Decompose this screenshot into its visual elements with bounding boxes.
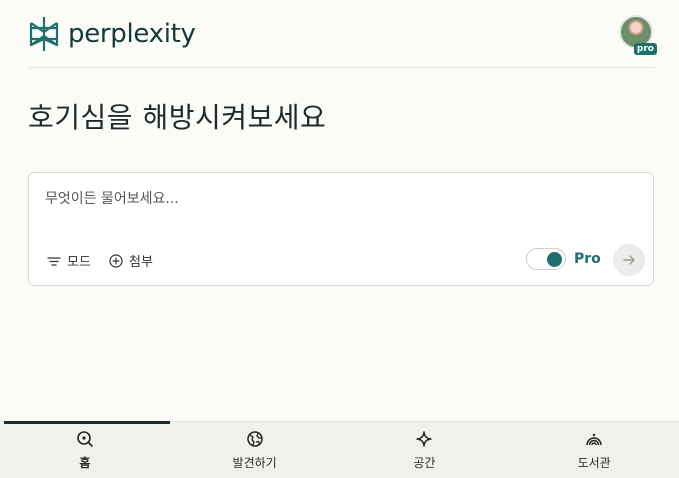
filter-icon bbox=[47, 256, 61, 266]
nav-label-home: 홈 bbox=[79, 456, 91, 470]
brand-logo[interactable]: perplexity bbox=[28, 16, 196, 52]
bottom-nav: 홈 발견하기 공간 도서관 bbox=[0, 421, 679, 478]
pro-label: Pro bbox=[574, 251, 601, 267]
nav-label-spaces: 공간 bbox=[413, 456, 436, 470]
pro-toggle[interactable] bbox=[526, 248, 566, 270]
search-icon bbox=[77, 431, 93, 447]
nav-item-discover[interactable]: 발견하기 bbox=[170, 422, 340, 478]
search-input[interactable] bbox=[45, 191, 625, 207]
nav-item-spaces[interactable]: 공간 bbox=[340, 422, 510, 478]
page-title: 호기심을 해방시켜보세요 bbox=[28, 101, 327, 134]
nav-item-library[interactable]: 도서관 bbox=[509, 422, 679, 478]
pro-toggle-group: Pro bbox=[526, 248, 601, 270]
perplexity-logo-icon bbox=[29, 17, 59, 51]
plus-circle-icon bbox=[109, 253, 123, 268]
attach-button[interactable]: 첨부 bbox=[109, 251, 153, 270]
arrow-right-icon bbox=[623, 255, 635, 265]
mode-button[interactable]: 모드 bbox=[47, 251, 91, 270]
globe-icon bbox=[246, 431, 263, 447]
submit-button[interactable] bbox=[613, 244, 645, 276]
nav-label-library: 도서관 bbox=[577, 456, 611, 470]
attach-label: 첨부 bbox=[129, 255, 153, 270]
header-divider bbox=[28, 67, 655, 68]
active-indicator bbox=[4, 421, 170, 424]
library-icon bbox=[586, 433, 602, 446]
query-box: 모드 첨부 Pro bbox=[28, 172, 654, 286]
toggle-knob bbox=[547, 252, 562, 267]
nav-item-home[interactable]: 홈 bbox=[0, 421, 170, 478]
nav-label-discover: 발견하기 bbox=[232, 456, 277, 470]
pro-badge: pro bbox=[633, 43, 657, 55]
top-header: perplexity pro bbox=[28, 14, 657, 55]
mode-label: 모드 bbox=[67, 255, 91, 270]
user-avatar[interactable]: pro bbox=[619, 15, 657, 55]
brand-name: perplexity bbox=[68, 19, 196, 49]
sparkle-icon bbox=[416, 431, 433, 447]
